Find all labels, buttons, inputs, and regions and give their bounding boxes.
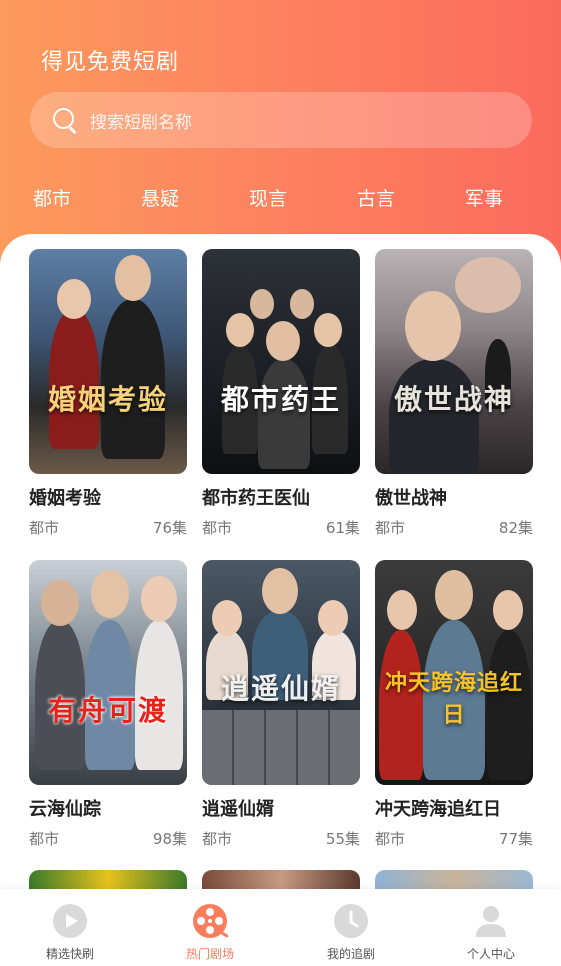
- category-tab-ancient-romance[interactable]: 古言: [357, 184, 395, 211]
- category-tab-modern-romance[interactable]: 现言: [249, 184, 287, 211]
- header: 得见免费短剧 搜索短剧名称 都市 悬疑 现言 古言 军事: [0, 0, 561, 270]
- tab-label: 我的追剧: [326, 947, 375, 961]
- play-icon: [53, 904, 87, 938]
- drama-card[interactable]: 冲天跨海追红日 冲天跨海追红日 都市 77集: [375, 560, 533, 848]
- drama-genre: 都市: [29, 519, 60, 537]
- tab-label: 精选快刷: [45, 947, 94, 961]
- drama-poster-partial[interactable]: [375, 870, 533, 890]
- search-icon: [52, 107, 78, 134]
- drama-title: 都市药王医仙: [202, 488, 310, 509]
- drama-title: 逍遥仙婿: [202, 799, 274, 820]
- drama-poster[interactable]: 婚姻考验: [29, 249, 187, 474]
- poster-title: 有舟可渡: [47, 694, 168, 727]
- drama-title: 婚姻考验: [29, 488, 101, 509]
- poster-title: 冲天跨海追红日: [384, 670, 523, 728]
- drama-poster-partial[interactable]: [202, 870, 360, 890]
- drama-episodes: 76集: [152, 519, 187, 537]
- tab-profile[interactable]: 个人中心: [421, 889, 561, 966]
- tab-label: 个人中心: [466, 947, 515, 961]
- drama-genre: 都市: [375, 519, 406, 537]
- bottom-tab-bar: 精选快刷 热门剧场 我的追剧 个人中心: [0, 889, 561, 966]
- drama-episodes: 77集: [498, 830, 533, 848]
- poster-title: 逍遥仙婿: [220, 672, 341, 705]
- drama-genre: 都市: [202, 519, 233, 537]
- person-icon: [476, 906, 506, 937]
- drama-poster-partial[interactable]: [29, 870, 187, 890]
- search-placeholder: 搜索短剧名称: [90, 112, 192, 133]
- drama-card[interactable]: 有舟可渡 云海仙踪 都市 98集: [29, 560, 187, 848]
- drama-poster[interactable]: 都市药王: [202, 249, 360, 474]
- drama-card[interactable]: 婚姻考验 婚姻考验 都市 76集: [29, 249, 187, 537]
- drama-card[interactable]: 逍遥仙婿 逍遥仙婿 都市 55集: [202, 560, 360, 848]
- app-title: 得见免费短剧: [41, 50, 180, 75]
- tab-hot-theater[interactable]: 热门剧场: [140, 889, 280, 966]
- poster-title: 都市药王: [220, 383, 341, 416]
- drama-poster[interactable]: 冲天跨海追红日: [375, 560, 533, 785]
- category-tabs: 都市 悬疑 现言 古言 军事: [0, 184, 561, 218]
- drama-episodes: 82集: [498, 519, 533, 537]
- category-tab-military[interactable]: 军事: [465, 184, 503, 211]
- poster-title: 婚姻考验: [47, 383, 168, 416]
- tab-featured[interactable]: 精选快刷: [0, 889, 140, 966]
- drama-episodes: 61集: [325, 519, 360, 537]
- drama-title: 傲世战神: [375, 488, 447, 509]
- drama-card[interactable]: 傲世战神 傲世战神 都市 82集: [375, 249, 533, 537]
- drama-title: 冲天跨海追红日: [375, 799, 501, 820]
- category-tab-suspense[interactable]: 悬疑: [141, 184, 179, 211]
- drama-title: 云海仙踪: [29, 799, 101, 820]
- poster-title: 傲世战神: [393, 383, 514, 416]
- drama-episodes: 98集: [152, 830, 187, 848]
- drama-genre: 都市: [375, 830, 406, 848]
- drama-poster[interactable]: 有舟可渡: [29, 560, 187, 785]
- film-reel-icon: [193, 904, 228, 938]
- drama-poster[interactable]: 逍遥仙婿: [202, 560, 360, 785]
- drama-episodes: 55集: [325, 830, 360, 848]
- search-bar[interactable]: 搜索短剧名称: [30, 92, 532, 148]
- drama-poster[interactable]: 傲世战神: [375, 249, 533, 474]
- drama-genre: 都市: [202, 830, 233, 848]
- tab-label: 热门剧场: [185, 947, 234, 961]
- drama-card[interactable]: 都市药王 都市药王医仙 都市 61集: [202, 249, 360, 537]
- drama-genre: 都市: [29, 830, 60, 848]
- clock-icon: [334, 904, 368, 938]
- category-tab-urban[interactable]: 都市: [33, 184, 71, 211]
- drama-grid: 婚姻考验 婚姻考验 都市 76集 都市药王 都市药王医仙 都市 61集 傲世战神: [0, 234, 561, 966]
- tab-my-dramas[interactable]: 我的追剧: [281, 889, 421, 966]
